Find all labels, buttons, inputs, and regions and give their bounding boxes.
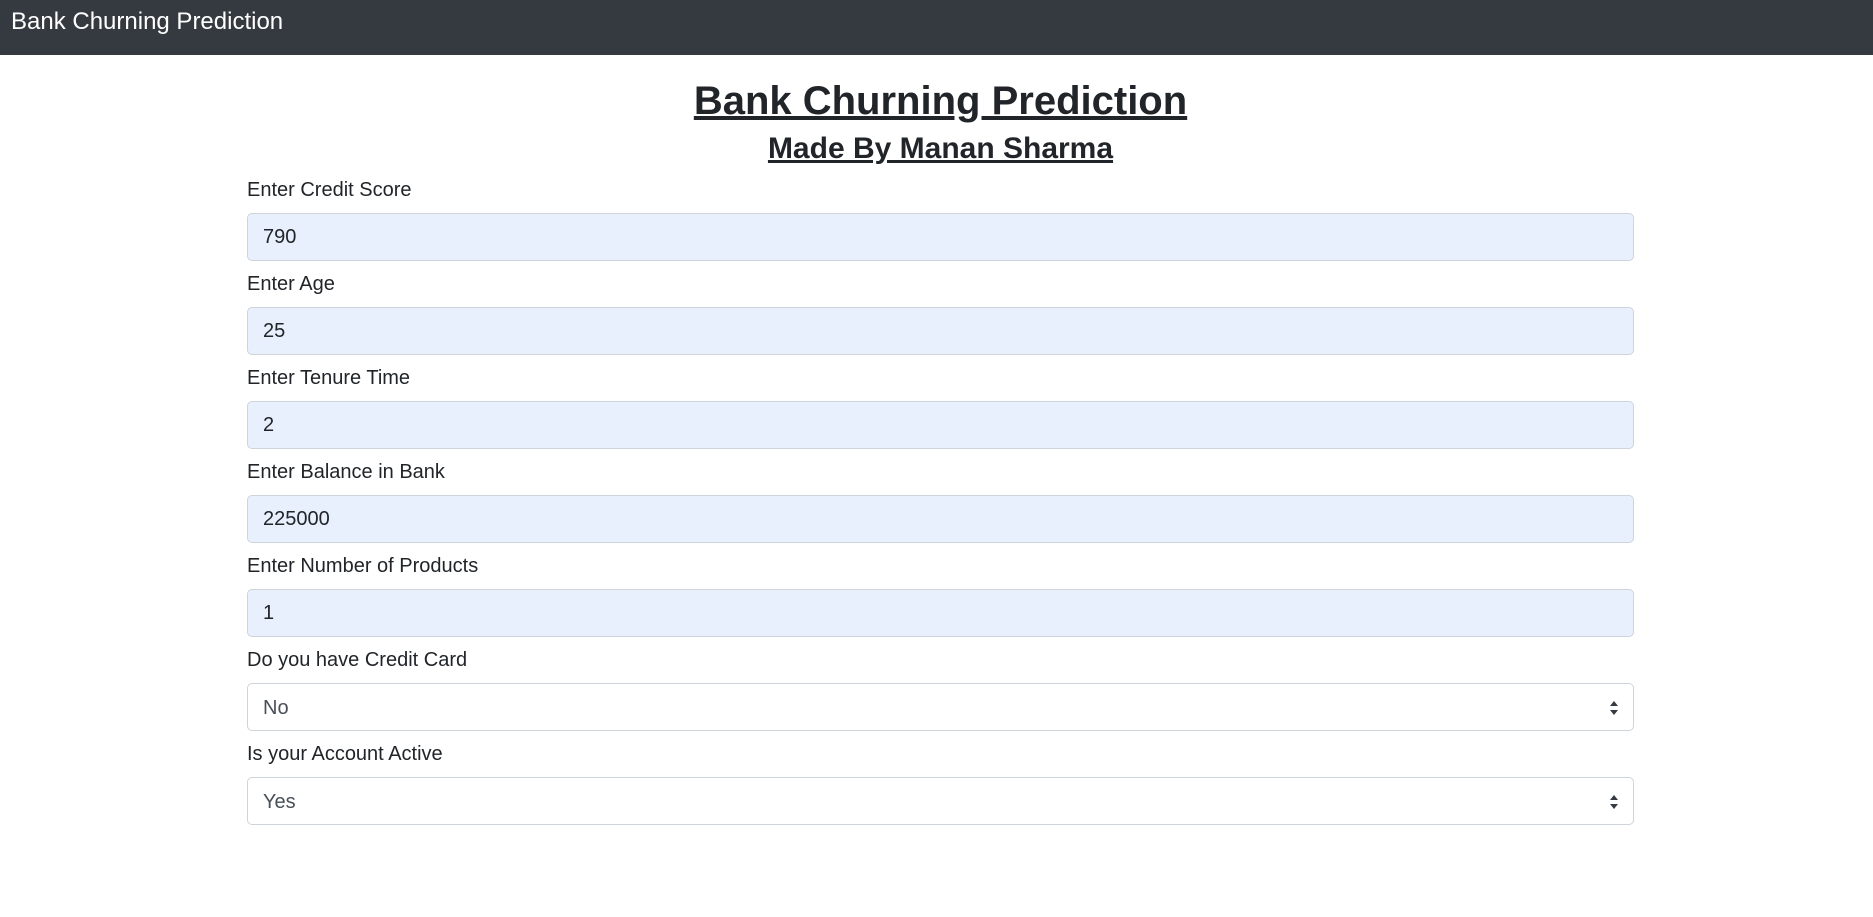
navbar-brand[interactable]: Bank Churning Prediction xyxy=(11,8,283,36)
tenure-input[interactable] xyxy=(247,401,1634,449)
active-group: Is your Account Active Yes xyxy=(247,741,1634,825)
page-title: Bank Churning Prediction xyxy=(693,79,1188,123)
active-selected-value: Yes xyxy=(263,791,296,813)
products-input[interactable] xyxy=(247,589,1634,637)
tenure-group: Enter Tenure Time xyxy=(247,365,1634,449)
main-container: Bank Churning Prediction Made By Manan S… xyxy=(247,77,1634,825)
page-subtitle: Made By Manan Sharma xyxy=(767,132,1114,165)
navbar: Bank Churning Prediction xyxy=(0,0,1873,55)
credit-score-group: Enter Credit Score xyxy=(247,177,1634,261)
balance-label: Enter Balance in Bank xyxy=(247,461,445,483)
balance-group: Enter Balance in Bank xyxy=(247,459,1634,543)
credit-card-selected-value: No xyxy=(263,697,289,719)
tenure-label: Enter Tenure Time xyxy=(247,367,411,389)
active-select[interactable]: Yes xyxy=(247,777,1634,825)
balance-input[interactable] xyxy=(247,495,1634,543)
credit-card-group: Do you have Credit Card No xyxy=(247,647,1634,731)
age-label: Enter Age xyxy=(247,273,335,295)
active-label: Is your Account Active xyxy=(247,743,443,765)
credit-card-label: Do you have Credit Card xyxy=(247,649,468,671)
credit-score-label: Enter Credit Score xyxy=(247,179,412,201)
select-arrows-icon xyxy=(1610,701,1618,715)
products-label: Enter Number of Products xyxy=(247,555,479,577)
age-input[interactable] xyxy=(247,307,1634,355)
credit-card-select[interactable]: No xyxy=(247,683,1634,731)
prediction-form: Enter Credit Score Enter Age Enter Tenur… xyxy=(247,177,1634,825)
products-group: Enter Number of Products xyxy=(247,553,1634,637)
select-arrows-icon xyxy=(1610,795,1618,809)
credit-score-input[interactable] xyxy=(247,213,1634,261)
age-group: Enter Age xyxy=(247,271,1634,355)
